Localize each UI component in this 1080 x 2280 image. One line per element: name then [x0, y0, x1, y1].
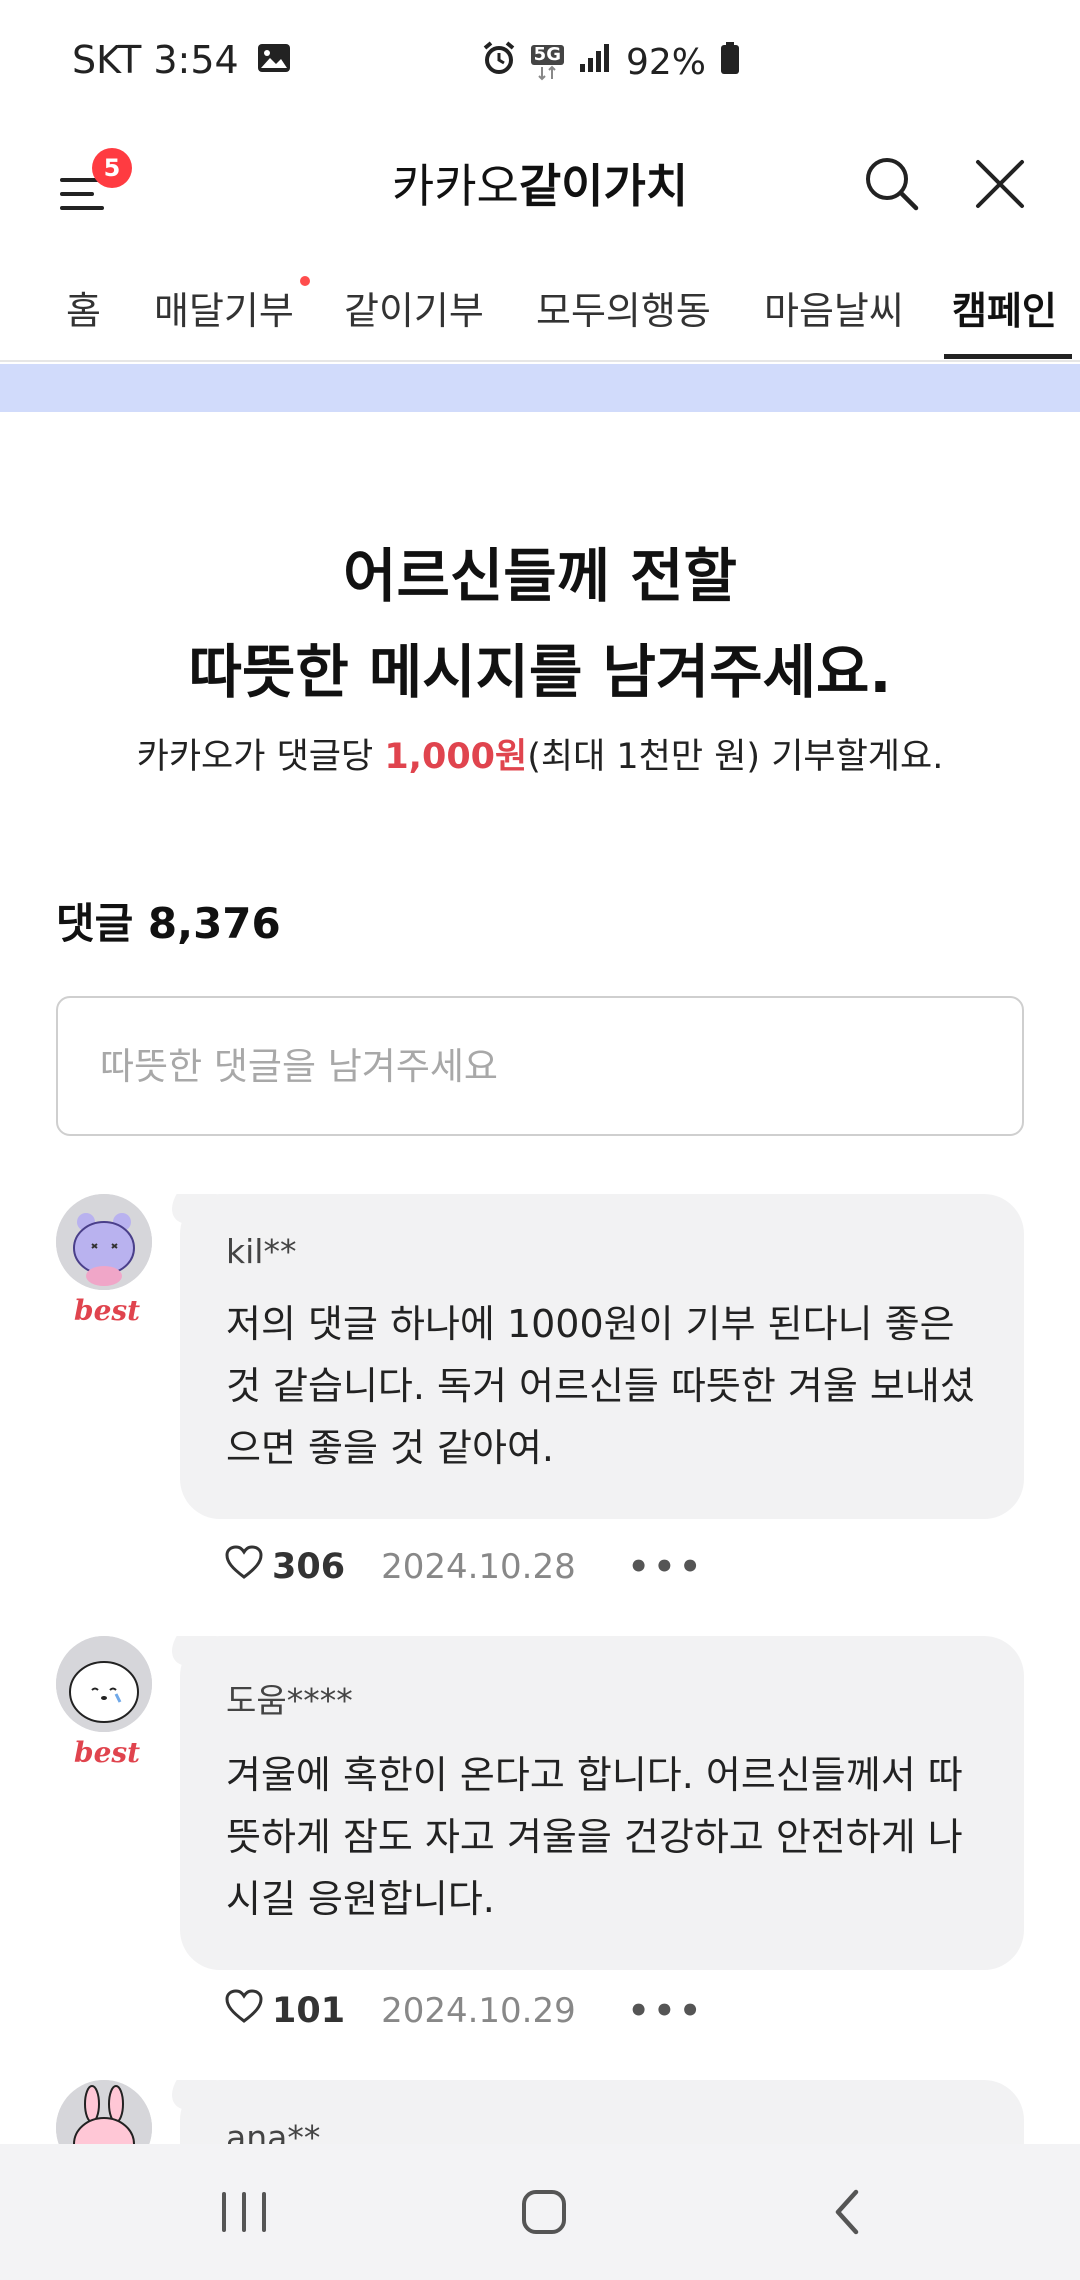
carrier-time: SKT 3:54	[72, 38, 239, 82]
comment-meta: 101 2024.10.29 •••	[224, 1988, 705, 2033]
like-count: 101	[272, 1990, 346, 2031]
best-badge: best	[74, 1736, 141, 1769]
donation-amount: 1,000원	[384, 737, 528, 777]
alarm-icon	[481, 40, 517, 85]
close-button[interactable]	[970, 154, 1030, 214]
home-button[interactable]	[512, 2180, 576, 2244]
comment-bubble: kil** 저의 댓글 하나에 1000원이 기부 된다니 좋은 것 같습니다.…	[180, 1194, 1024, 1519]
comment-input[interactable]	[56, 996, 1024, 1136]
like-button[interactable]: 306	[224, 1544, 345, 1589]
comment-author: kil**	[226, 1232, 297, 1271]
app-header: 5 카카오같이가치	[0, 128, 1080, 238]
home-icon	[512, 2190, 576, 2248]
tab-monthly-donation[interactable]: 매달기부	[154, 280, 294, 335]
tab-home[interactable]: 홈	[66, 280, 101, 335]
search-icon	[862, 158, 922, 218]
comment-date: 2024.10.28	[381, 1546, 576, 1587]
avatar	[56, 1636, 152, 1732]
tab-everyones-action[interactable]: 모두의행동	[536, 280, 711, 335]
heart-icon	[224, 1988, 264, 2033]
comment-author: 도움****	[226, 1681, 353, 1720]
campaign-subline: 카카오가 댓글당 1,000원(최대 1천만 원) 기부할게요.	[136, 737, 944, 777]
battery-percent: 92%	[625, 42, 706, 83]
avatar	[56, 1194, 152, 1290]
more-options-button[interactable]: •••	[628, 1991, 705, 2031]
battery-icon	[720, 41, 740, 84]
comment-meta: 306 2024.10.28 •••	[224, 1544, 705, 1589]
more-options-button[interactable]: •••	[628, 1547, 705, 1587]
comment-text: 저의 댓글 하나에 1000원이 기부 된다니 좋은 것 같습니다. 독거 어르…	[226, 1302, 975, 1470]
close-icon	[970, 160, 1030, 218]
recent-apps-button[interactable]	[212, 2180, 276, 2244]
comment-author: ana**	[226, 2118, 321, 2144]
search-button[interactable]	[862, 154, 922, 214]
more-icon: •••	[627, 1990, 705, 2031]
active-tab-indicator	[944, 354, 1072, 359]
like-count: 306	[272, 1546, 346, 1587]
comment-bubble: 도움**** 겨울에 혹한이 온다고 합니다. 어르신들께서 따뜻하게 잠도 자…	[180, 1636, 1024, 1970]
recent-apps-icon	[212, 2192, 276, 2248]
comment-text: 겨울에 혹한이 온다고 합니다. 어르신들께서 따뜻하게 잠도 자고 겨울을 건…	[226, 1753, 963, 1921]
new-indicator-dot	[300, 276, 310, 286]
system-nav-bar	[0, 2144, 1080, 2280]
back-icon	[816, 2189, 880, 2248]
banner-strip	[0, 364, 1080, 412]
signal-icon	[578, 42, 612, 83]
avatar	[56, 2080, 152, 2144]
comment-date: 2024.10.29	[381, 1990, 576, 2031]
best-badge: best	[74, 1294, 141, 1327]
tab-campaign[interactable]: 캠페인	[952, 280, 1057, 335]
campaign-headline: 어르신들께 전할 따뜻한 메시지를 남겨주세요.	[188, 542, 892, 706]
tab-mind-weather[interactable]: 마음날씨	[764, 280, 904, 335]
network-5g-icon: 5G	[530, 44, 564, 81]
more-icon: •••	[627, 1546, 705, 1587]
category-tabs: 홈 매달기부 같이기부 모두의행동 마음날씨 캠페인	[0, 262, 1080, 362]
comment-count: 댓글 8,376	[56, 899, 281, 948]
tab-together-donation[interactable]: 같이기부	[344, 280, 484, 335]
comment-bubble: ana**	[180, 2080, 1024, 2144]
back-button[interactable]	[816, 2180, 880, 2244]
image-icon	[257, 38, 291, 82]
comment-item: ana**	[0, 2080, 1080, 2144]
like-button[interactable]: 101	[224, 1988, 345, 2033]
status-bar: SKT 3:54 5G 92%	[0, 0, 1080, 128]
heart-icon	[224, 1544, 264, 1589]
